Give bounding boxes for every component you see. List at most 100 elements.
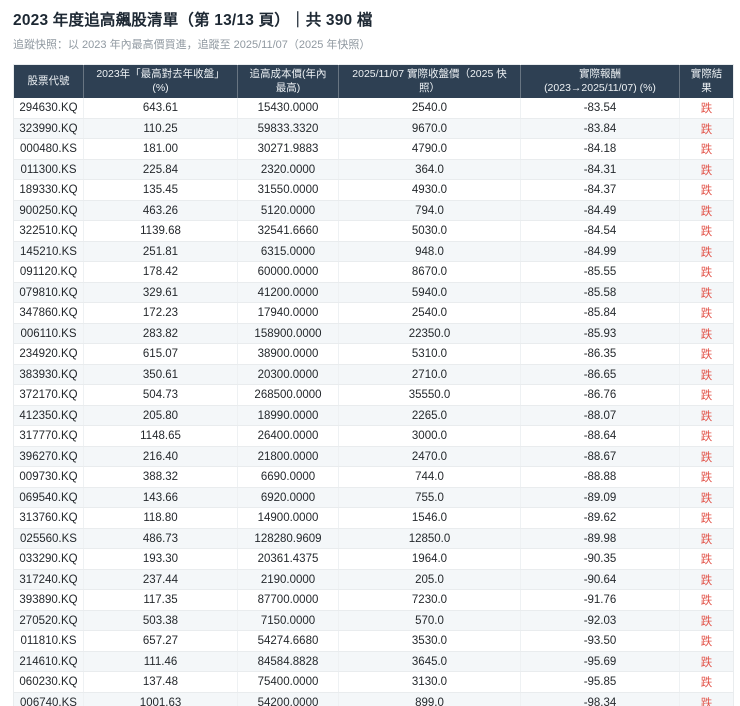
table-cell: 137.48 [83, 671, 238, 693]
table-cell: 110.25 [83, 118, 238, 140]
table-cell: 87700.0000 [237, 589, 339, 611]
table-cell: 322510.KQ [13, 220, 84, 242]
table-cell: 跌 [679, 118, 734, 140]
table-cell: 193.30 [83, 548, 238, 570]
table-cell: 091120.KQ [13, 261, 84, 283]
table-cell: 009730.KQ [13, 466, 84, 488]
table-cell: 15430.0000 [237, 98, 339, 119]
table-cell: -86.65 [520, 364, 680, 386]
table-cell: 跌 [679, 507, 734, 529]
table-cell: 跌 [679, 179, 734, 201]
table-cell: 283.82 [83, 323, 238, 345]
table-cell: 011810.KS [13, 630, 84, 652]
table-cell: 323990.KQ [13, 118, 84, 140]
table-cell: -84.54 [520, 220, 680, 242]
table-header-row: 股票代號 2023年「最高對去年收盤」(%) 追高成本價(年內最高) 2025/11/… [13, 64, 734, 99]
table-cell: 347860.KQ [13, 302, 84, 324]
table-cell: 跌 [679, 343, 734, 365]
table-cell: -89.09 [520, 487, 680, 509]
table-cell: 7230.0 [338, 589, 521, 611]
table-cell: 948.0 [338, 241, 521, 263]
table-cell: 54200.0000 [237, 692, 339, 706]
table-cell: 237.44 [83, 569, 238, 591]
table-row: 011300.KS 225.84 2320.0000 364.0 -84.31 跌 [13, 159, 734, 181]
table-cell: 21800.0000 [237, 446, 339, 468]
table-cell: 9670.0 [338, 118, 521, 140]
table-cell: 2265.0 [338, 405, 521, 427]
table-cell: 317240.KQ [13, 569, 84, 591]
table-row: 383930.KQ 350.61 20300.0000 2710.0 -86.65 跌 [13, 364, 734, 386]
table-cell: 900250.KQ [13, 200, 84, 222]
table-cell: 216.40 [83, 446, 238, 468]
table-cell: 6920.0000 [237, 487, 339, 509]
table-row: 270520.KQ 503.38 7150.0000 570.0 -92.03 跌 [13, 610, 734, 632]
table-cell: 跌 [679, 610, 734, 632]
table-cell: 8670.0 [338, 261, 521, 283]
column-header: 2025/11/07 實際收盤價（2025 快照） [338, 64, 521, 99]
table-cell: 22350.0 [338, 323, 521, 345]
table-cell: 158900.0000 [237, 323, 339, 345]
table-cell: 145210.KS [13, 241, 84, 263]
table-cell: 跌 [679, 446, 734, 468]
table-cell: 跌 [679, 364, 734, 386]
table-cell: -88.88 [520, 466, 680, 488]
table-cell: 172.23 [83, 302, 238, 324]
table-cell: 跌 [679, 425, 734, 447]
table-cell: 7150.0000 [237, 610, 339, 632]
table-cell: 5310.0 [338, 343, 521, 365]
table-cell: 2320.0000 [237, 159, 339, 181]
table-cell: 跌 [679, 98, 734, 119]
table-body: 294630.KQ 643.61 15430.0000 2540.0 -83.54 跌 32… [13, 98, 734, 706]
table-cell: 364.0 [338, 159, 521, 181]
table-cell: -84.99 [520, 241, 680, 263]
table-cell: 189330.KQ [13, 179, 84, 201]
table-cell: -90.35 [520, 548, 680, 570]
table-cell: 84584.8828 [237, 651, 339, 673]
table-cell: 000480.KS [13, 138, 84, 160]
table-row: 323990.KQ 110.25 59833.3320 9670.0 -83.84 跌 [13, 118, 734, 140]
table-cell: 1139.68 [83, 220, 238, 242]
table-cell: 317770.KQ [13, 425, 84, 447]
table-cell: 17940.0000 [237, 302, 339, 324]
table-cell: 1001.63 [83, 692, 238, 706]
table-cell: 2540.0 [338, 98, 521, 119]
table-cell: -85.84 [520, 302, 680, 324]
table-row: 091120.KQ 178.42 60000.0000 8670.0 -85.55 跌 [13, 261, 734, 283]
table-row: 396270.KQ 216.40 21800.0000 2470.0 -88.67 跌 [13, 446, 734, 468]
table-row: 189330.KQ 135.45 31550.0000 4930.0 -84.37 跌 [13, 179, 734, 201]
table-cell: 跌 [679, 569, 734, 591]
table-cell: 跌 [679, 528, 734, 550]
table-row: 313760.KQ 118.80 14900.0000 1546.0 -89.62 跌 [13, 507, 734, 529]
table-header: 股票代號 2023年「最高對去年收盤」(%) 追高成本價(年內最高) 2025/11/… [13, 64, 734, 99]
table-row: 025560.KS 486.73 128280.9609 12850.0 -89.98 跌 [13, 528, 734, 550]
table-cell: 3530.0 [338, 630, 521, 652]
column-header: 股票代號 [13, 64, 84, 99]
table-cell: 3130.0 [338, 671, 521, 693]
table-cell: 388.32 [83, 466, 238, 488]
table-cell: 615.07 [83, 343, 238, 365]
table-cell: -88.67 [520, 446, 680, 468]
table-row: 006740.KS 1001.63 54200.0000 899.0 -98.34 跌 [13, 692, 734, 706]
table-cell: 12850.0 [338, 528, 521, 550]
table-cell: 30271.9883 [237, 138, 339, 160]
table-cell: -89.98 [520, 528, 680, 550]
table-cell: 396270.KQ [13, 446, 84, 468]
table-cell: 234920.KQ [13, 343, 84, 365]
table-cell: 755.0 [338, 487, 521, 509]
page-title: 2023 年度追高飆股清單（第 13/13 頁）｜共 390 檔 [13, 12, 373, 29]
table-cell: 143.66 [83, 487, 238, 509]
table-row: 033290.KQ 193.30 20361.4375 1964.0 -90.35 跌 [13, 548, 734, 570]
table-cell: 18990.0000 [237, 405, 339, 427]
table-row: 011810.KS 657.27 54274.6680 3530.0 -93.50 跌 [13, 630, 734, 652]
table-cell: 214610.KQ [13, 651, 84, 673]
table-cell: -86.35 [520, 343, 680, 365]
table-cell: 270520.KQ [13, 610, 84, 632]
table-row: 145210.KS 251.81 6315.0000 948.0 -84.99 跌 [13, 241, 734, 263]
table-cell: 5940.0 [338, 282, 521, 304]
table-cell: 643.61 [83, 98, 238, 119]
table-cell: 329.61 [83, 282, 238, 304]
table-cell: 463.26 [83, 200, 238, 222]
table-cell: 899.0 [338, 692, 521, 706]
table-cell: 060230.KQ [13, 671, 84, 693]
table-row: 009730.KQ 388.32 6690.0000 744.0 -88.88 跌 [13, 466, 734, 488]
